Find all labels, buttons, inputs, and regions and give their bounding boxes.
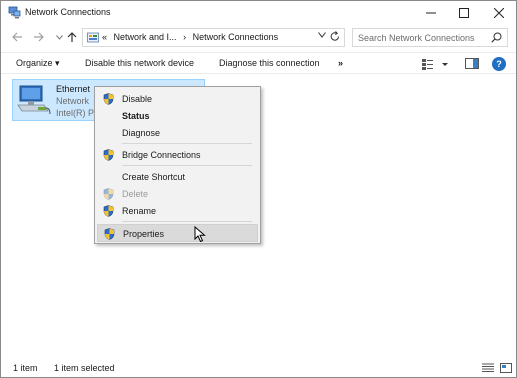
breadcrumb-network-connections[interactable]: Network Connections <box>193 32 279 42</box>
large-icons-view-icon[interactable] <box>500 363 512 373</box>
menu-item-bridge-connections[interactable]: Bridge Connections <box>97 146 258 164</box>
menu-item-rename[interactable]: Rename <box>97 202 258 220</box>
preview-pane-icon <box>465 58 479 69</box>
more-commands-button[interactable]: » <box>338 58 343 68</box>
breadcrumb-separator[interactable]: › <box>183 32 186 42</box>
help-button[interactable]: ? <box>492 57 506 71</box>
window-title: Network Connections <box>25 7 111 17</box>
status-bar: 1 item 1 item selected <box>1 358 516 377</box>
ethernet-adapter-icon <box>17 85 51 115</box>
maximize-button[interactable] <box>447 1 481 25</box>
breadcrumb: « Network and I... › Network Connections <box>102 32 282 42</box>
search-icon <box>491 32 502 43</box>
context-menu: Disable Status Diagnose Bridge Connectio… <box>94 86 261 244</box>
menu-item-delete: Delete <box>97 185 258 203</box>
menu-item-label: Diagnose <box>122 128 161 138</box>
connection-adapter: Intel(R) P <box>56 108 95 118</box>
search-box[interactable] <box>352 28 508 47</box>
uac-shield-icon <box>103 205 114 217</box>
refresh-button[interactable] <box>330 31 340 45</box>
close-icon <box>494 8 504 18</box>
organize-menu[interactable]: Organize ▾ <box>16 58 60 69</box>
network-connections-icon <box>8 6 21 19</box>
title-bar[interactable]: Network Connections <box>1 1 516 25</box>
breadcrumb-overflow[interactable]: « <box>102 32 107 42</box>
menu-separator <box>122 221 252 222</box>
menu-item-properties[interactable]: Properties <box>97 224 258 242</box>
details-view-icon[interactable] <box>482 363 494 373</box>
uac-shield-icon <box>103 188 114 200</box>
menu-separator <box>122 143 252 144</box>
close-button[interactable] <box>482 1 516 25</box>
forward-button[interactable] <box>30 29 46 45</box>
refresh-icon <box>330 31 339 41</box>
command-bar: Organize ▾ Disable this network device D… <box>1 52 516 74</box>
connection-status: Network <box>56 96 90 106</box>
menu-item-create-shortcut[interactable]: Create Shortcut <box>97 168 258 186</box>
menu-item-diagnose[interactable]: Diagnose <box>97 124 258 142</box>
chevron-down-icon <box>55 34 63 40</box>
menu-item-status[interactable]: Status <box>97 107 258 125</box>
connection-name: Ethernet <box>56 84 91 94</box>
maximize-icon <box>459 8 469 18</box>
minimize-button[interactable] <box>414 1 448 25</box>
change-view-button[interactable] <box>421 57 449 71</box>
arrow-right-icon <box>33 32 44 42</box>
menu-item-label: Bridge Connections <box>122 150 201 160</box>
search-input[interactable] <box>358 31 486 45</box>
preview-pane-button[interactable] <box>465 58 479 69</box>
back-button[interactable] <box>9 29 25 45</box>
menu-item-label: Status <box>122 111 150 121</box>
address-history-button[interactable] <box>318 31 326 40</box>
item-count: 1 item <box>13 363 38 373</box>
menu-item-disable[interactable]: Disable <box>97 90 258 108</box>
control-panel-icon <box>87 32 99 43</box>
chevron-down-icon <box>318 32 326 38</box>
selection-count: 1 item selected <box>54 363 115 373</box>
explorer-window: Network Connections « Network and I... ›… <box>0 0 517 378</box>
menu-item-label: Properties <box>123 229 165 239</box>
menu-separator <box>122 165 252 166</box>
address-row: « Network and I... › Network Connections <box>1 26 516 50</box>
uac-shield-icon <box>103 93 114 105</box>
uac-shield-icon <box>104 228 115 240</box>
menu-item-label: Rename <box>122 206 157 216</box>
diagnose-connection-button[interactable]: Diagnose this connection <box>219 58 320 68</box>
address-bar[interactable]: « Network and I... › Network Connections <box>82 28 345 47</box>
menu-item-label: Create Shortcut <box>122 172 186 182</box>
menu-item-label: Disable <box>122 94 153 104</box>
minimize-icon <box>426 12 436 14</box>
arrow-up-icon <box>67 31 77 42</box>
arrow-left-icon <box>11 32 22 42</box>
view-options-icon <box>422 59 448 70</box>
disable-device-button[interactable]: Disable this network device <box>85 58 194 68</box>
uac-shield-icon <box>103 149 114 161</box>
menu-item-label: Delete <box>122 189 149 199</box>
breadcrumb-network-and-internet[interactable]: Network and I... <box>114 32 177 42</box>
up-button[interactable] <box>64 29 80 45</box>
mouse-cursor-icon <box>194 226 206 243</box>
